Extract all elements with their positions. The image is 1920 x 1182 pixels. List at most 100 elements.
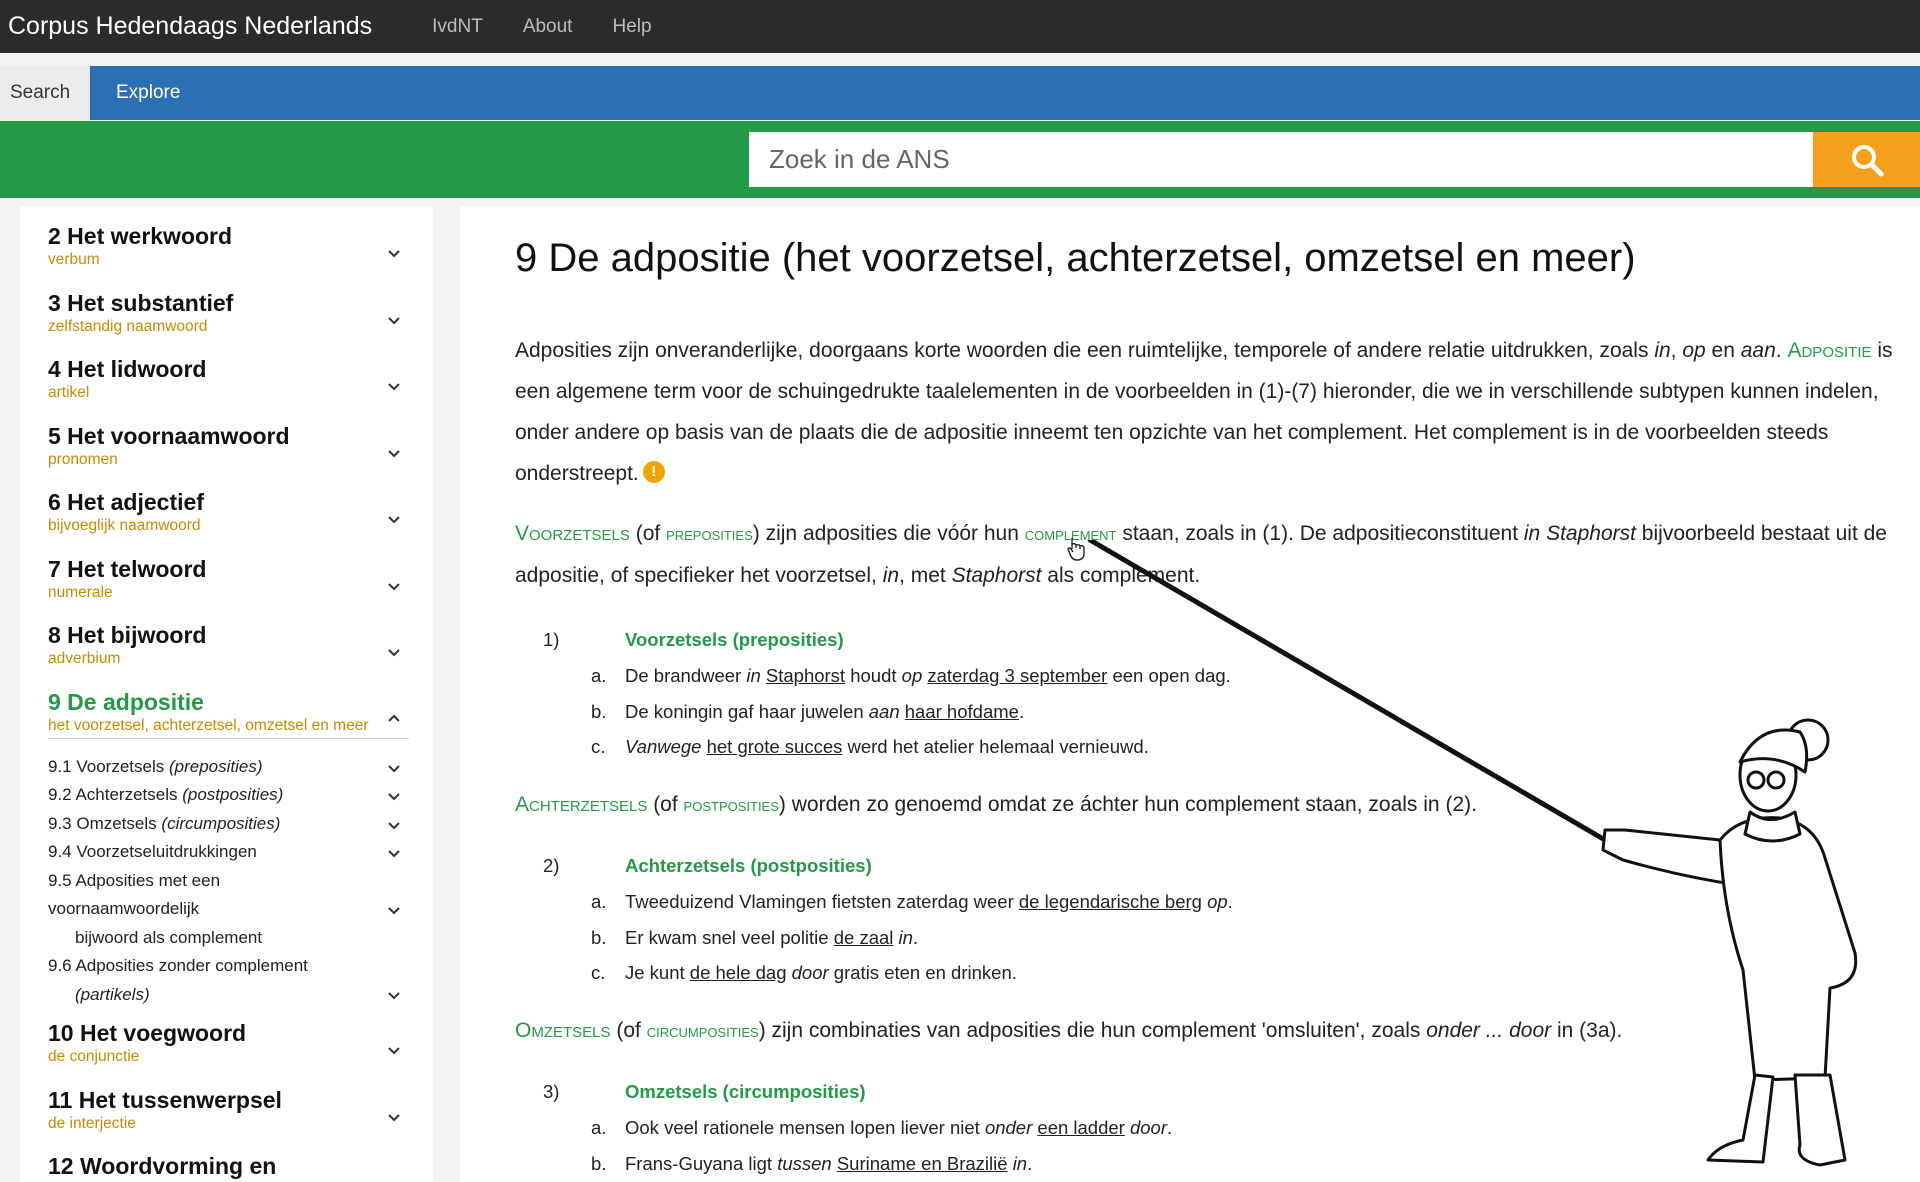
text: De brandweer [625,665,747,686]
text-italic: onder ... door [1426,1019,1552,1042]
text: . [1018,700,1025,722]
chevron-down-icon[interactable] [385,311,403,329]
chevron-down-icon[interactable] [385,1041,403,1059]
text: houdt [845,665,902,686]
glossary-term-voorzetsels[interactable]: Voorzetsels [515,522,630,545]
text: en [1705,339,1741,362]
text: gratis eten en drinken. [828,962,1017,983]
subsection-9-1[interactable]: 9.1 Voorzetsels (preposities) [48,753,409,782]
subsection-9-2[interactable]: 9.2 Achterzetsels (postposities) [48,781,409,810]
example-text: De brandweer in Staphorst houdt op zater… [625,665,1231,687]
tab-search[interactable]: Search [0,66,90,120]
sidebar-toc: 2 Het werkwoord verbum 3 Het substantief… [20,206,433,1182]
example-letter: c. [591,736,606,757]
text-italic: in Staphorst [1523,522,1636,545]
example-letter: b. [591,926,607,948]
example-line: b. Frans-Guyana ligt tussen Suriname en … [515,1153,1515,1182]
subsection-9-3[interactable]: 9.3 Omzetsels (circumposities) [48,810,409,839]
chapter-subtitle: de interjectie [48,1114,136,1132]
text-italic: tussen [777,1152,832,1174]
brand-title[interactable]: Corpus Hedendaags Nederlands [8,12,372,41]
text-italic: aan [1740,339,1776,362]
text-italic: in [882,564,900,587]
nav-link-help[interactable]: Help [612,16,651,38]
subsection-num: 9.6 [48,956,72,975]
sidebar-chapter-9-active[interactable]: 9 De adpositie het voorzetsel, achterzet… [48,688,409,736]
glossary-term-omzetsels[interactable]: Omzetsels [515,1019,611,1042]
chapter-subtitle: verbum [48,251,100,268]
search-button[interactable] [1813,132,1920,187]
sidebar-chapter-2[interactable]: 2 Het werkwoord verbum [48,222,409,289]
glossary-term-postposities[interactable]: postposities [684,795,779,815]
example-letter: a. [591,665,607,686]
example-line: b. Er kwam snel veel politie de zaal in. [515,927,1515,963]
chevron-down-icon[interactable] [385,377,403,395]
search-bar [0,121,1920,198]
sidebar-chapter-8[interactable]: 8 Het bijwoord adverbium [48,621,409,688]
chevron-down-icon[interactable] [385,444,403,462]
glossary-term-adpositie[interactable]: Adpositie [1787,339,1871,362]
subsection-num: 9.1 [48,756,72,776]
text-italic: in [746,665,761,686]
chevron-down-icon[interactable] [385,844,403,862]
subsection-label-line2: (partikels) [75,984,150,1004]
example-letter: b. [591,700,607,722]
chapter-title: 12 Woordvorming en [48,1153,277,1179]
sidebar-chapter-3[interactable]: 3 Het substantief zelfstandig naamwoord [48,289,409,356]
chapter-subtitle: zelfstandig naamwoord [48,317,208,335]
chevron-down-icon[interactable] [385,787,403,805]
warning-icon[interactable]: ! [642,461,665,483]
text-underlined: een ladder [1037,1117,1125,1138]
chapter-title: 3 Het substantief [48,289,234,316]
sidebar-chapter-10[interactable]: 10 Het voegwoord de conjunctie [48,1019,409,1086]
chapter-subtitle: numerale [48,583,113,601]
nav-link-about[interactable]: About [523,16,573,38]
sidebar-chapter-12[interactable]: 12 Woordvorming en woordstructuur [48,1152,409,1182]
text-underlined: zaterdag 3 september [927,665,1108,686]
main-content: 9 De adpositie (het voorzetsel, achterze… [460,206,1920,1182]
text-underlined: de hele dag [689,962,787,983]
glossary-term-circumposities[interactable]: circumposities [647,1021,759,1041]
text: . [1027,1152,1033,1174]
example-text: De koningin gaf haar juwelen aan haar ho… [625,701,1024,723]
nav-link-ivdnt[interactable]: IvdNT [432,16,483,38]
chapter-subtitle: de conjunctie [48,1048,140,1065]
text: , met [899,564,952,587]
achterzetsels-paragraph: Achterzetsels (of postposities) worden z… [515,784,1895,826]
glossary-term-achterzetsels[interactable]: Achterzetsels [515,793,647,816]
example-letter: c. [591,962,606,983]
example-line: a. De brandweer in Staphorst houdt op za… [515,665,1515,701]
chevron-down-icon[interactable] [385,901,403,919]
tab-explore[interactable]: Explore [90,66,202,120]
subsection-label: Adposities met een voornaamwoordelijk [48,870,221,919]
chevron-down-icon[interactable] [385,759,403,777]
subsection-9-5[interactable]: 9.5 Adposities met een voornaamwoordelij… [48,867,409,953]
text: (of [647,793,684,816]
sidebar-chapter-11[interactable]: 11 Het tussenwerpsel de interjectie [48,1086,409,1153]
text: Ook veel rationele mensen lopen liever n… [625,1117,985,1138]
text-italic: in [1654,339,1671,362]
chevron-down-icon[interactable] [385,577,403,595]
sidebar-chapter-4[interactable]: 4 Het lidwoord artikel [48,355,409,422]
chevron-down-icon[interactable] [385,244,403,262]
chevron-down-icon[interactable] [385,643,403,661]
sidebar-chapter-7[interactable]: 7 Het telwoord numerale [48,555,409,622]
chapter-title: 8 Het bijwoord [48,622,207,648]
sidebar-chapter-6[interactable]: 6 Het adjectief bijvoeglijk naamwoord [48,488,409,555]
top-navbar: Corpus Hedendaags Nederlands IvdNT About… [0,0,1920,53]
subsection-9-6[interactable]: 9.6 Adposities zonder complement (partik… [48,952,409,1009]
example-line: c. Vanwege het grote succes werd het ate… [515,736,1515,772]
chevron-down-icon[interactable] [385,816,403,834]
chevron-down-icon[interactable] [385,510,403,528]
subsection-9-4[interactable]: 9.4 Voorzetseluitdrukkingen [48,838,409,867]
chevron-down-icon[interactable] [385,986,403,1004]
text: Frans-Guyana ligt [625,1152,778,1174]
chevron-up-icon[interactable] [385,710,403,728]
search-input[interactable] [749,132,1813,187]
sidebar-chapter-5[interactable]: 5 Het voornaamwoord pronomen [48,422,409,489]
chapter-title: 10 Het voegwoord [48,1020,247,1046]
chevron-down-icon[interactable] [385,1108,403,1126]
chapter-subtitle: pronomen [48,450,118,468]
glossary-term-preposities[interactable]: preposities [666,524,753,544]
subsection-italic: (circumposities) [161,813,281,833]
